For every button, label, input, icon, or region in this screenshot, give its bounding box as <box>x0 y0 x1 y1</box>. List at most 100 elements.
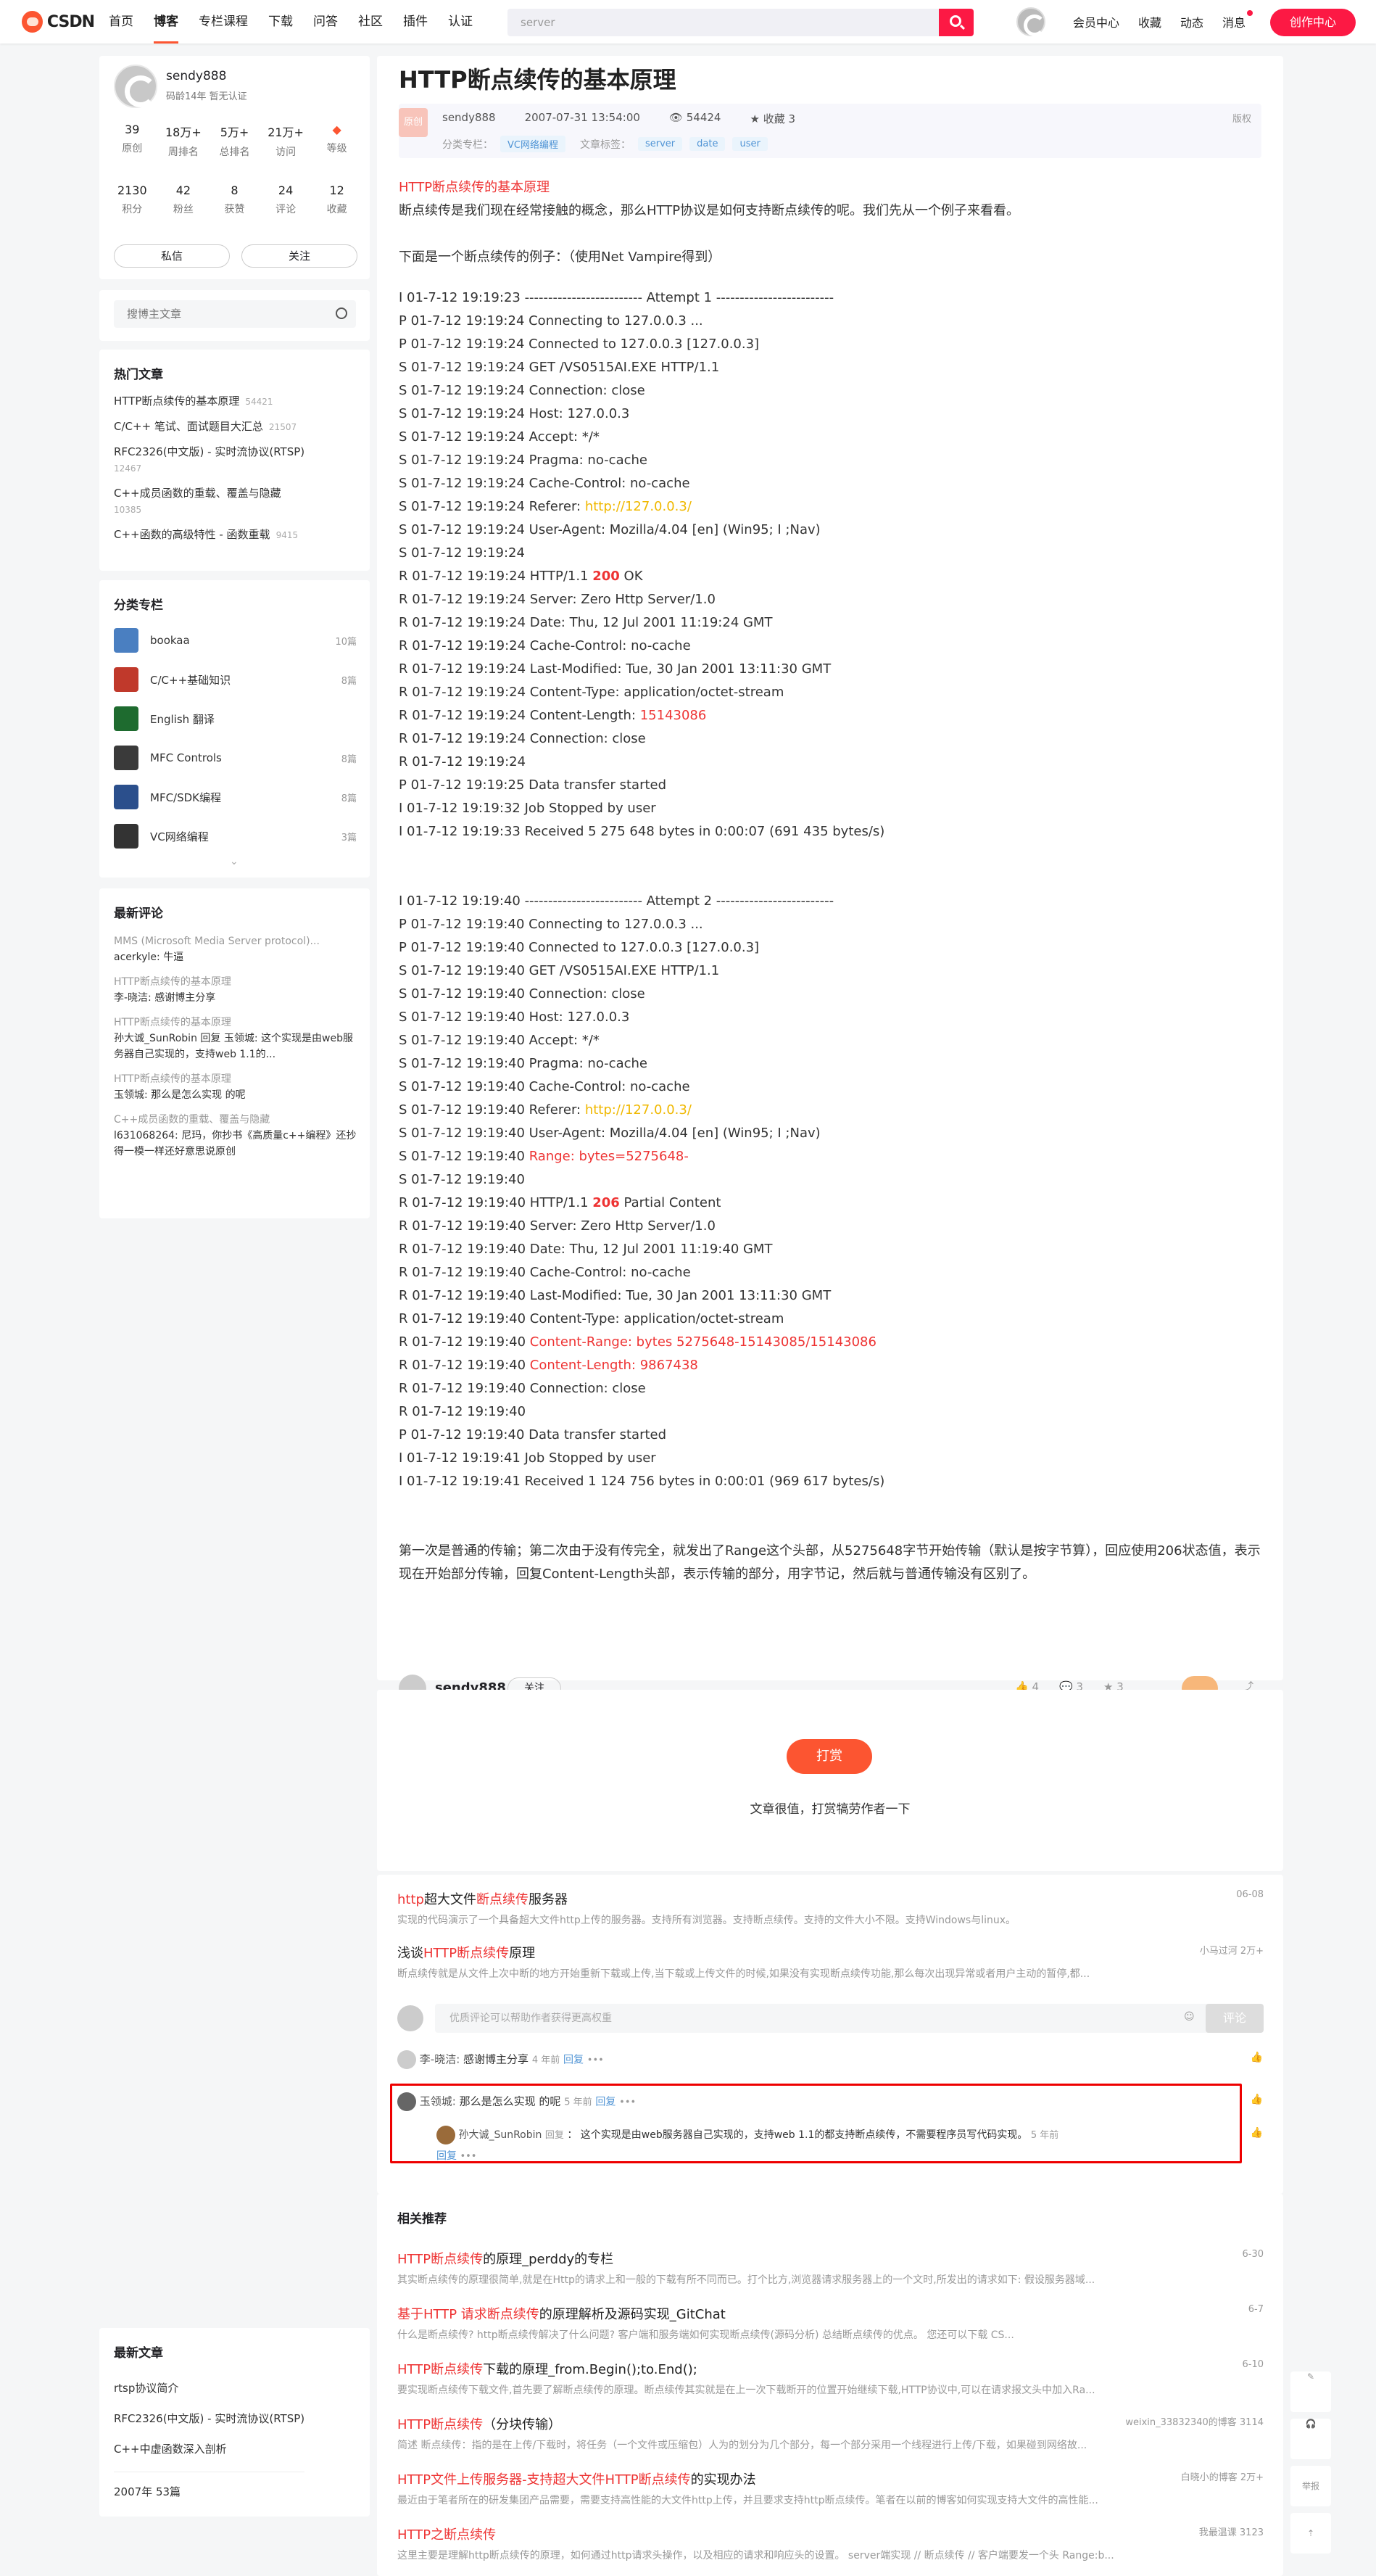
link-vip[interactable]: 会员中心 <box>1073 13 1119 30</box>
hot-item[interactable]: RFC2326(中文版) - 实时流协议(RTSP) 12467 <box>114 444 360 476</box>
comment-article[interactable]: C++成员函数的重载、覆盖与隐藏 <box>114 1112 357 1128</box>
comment-text[interactable]: 玉领城: 那么是怎么实现 的呢 <box>114 1087 357 1103</box>
nav-plugins[interactable]: 插件 <box>403 0 428 44</box>
follow-button[interactable]: 关注 <box>241 244 357 268</box>
recommend-item[interactable]: HTTP之断点续传 这里主要是理解http断点续传的原理，如何通过http请求头操… <box>397 2525 1264 2562</box>
like-icon[interactable]: 👍 <box>1251 2094 1263 2105</box>
column-icon <box>114 824 138 849</box>
report-button[interactable]: 举报 <box>1290 2466 1331 2506</box>
meta-fav[interactable]: ★ 收藏 3 <box>750 111 795 126</box>
log-line: R 01-7-12 19:19:40 HTTP/1.1 206 Partial … <box>399 1195 721 1210</box>
edit-icon[interactable]: ✎ <box>1290 2371 1331 2412</box>
headset-icon[interactable]: 🎧 <box>1290 2419 1331 2459</box>
comment-article[interactable]: HTTP断点续传的基本原理 <box>114 1071 357 1087</box>
column-count: 8篇 <box>341 793 357 804</box>
author-avatar[interactable] <box>114 65 157 108</box>
comment-text[interactable]: 李-晓洁: 感谢博主分享 <box>114 990 357 1006</box>
meta-author[interactable]: sendy888 <box>442 111 496 126</box>
user-avatar[interactable] <box>1016 7 1045 36</box>
archive-year[interactable]: 2007年 53篇 <box>114 2472 305 2507</box>
new-article-item[interactable]: RFC2326(中文版) - 实时流协议(RTSP) <box>114 2403 304 2434</box>
stat-week-rank[interactable]: 18万+ 周排名 <box>158 123 210 159</box>
nav-community[interactable]: 社区 <box>358 0 383 44</box>
new-article-item[interactable]: C++中虚函数深入剖析 <box>114 2434 304 2464</box>
nav-blog[interactable]: 博客 <box>154 0 178 44</box>
recommend-item[interactable]: HTTP断点续传下载的原理_from.Begin();to.End(); 要实现断… <box>397 2359 1264 2397</box>
tag-server[interactable]: server <box>637 137 683 151</box>
column-item[interactable]: MFC Controls 8篇 <box>114 738 357 777</box>
column-item[interactable]: bookaa 10篇 <box>114 621 357 660</box>
comment-input[interactable]: 优质评论可以帮助作者获得更高权重 <box>435 2004 1211 2033</box>
stat-fans[interactable]: 42 粉丝 <box>158 183 210 216</box>
category-tag[interactable]: VC网络编程 <box>500 136 565 152</box>
like-icon[interactable]: 👍 <box>1251 2052 1263 2063</box>
hot-item[interactable]: C++函数的高级特性 - 函数重载 9415 <box>114 527 360 543</box>
log-line: P 01-7-12 19:19:24 Connected to 127.0.0.… <box>399 337 760 352</box>
stat-level[interactable]: ◆ 等级 <box>311 123 362 159</box>
comment-text[interactable]: acerkyle: 牛逼 <box>114 949 357 965</box>
recommend-item[interactable]: HTTP断点续传的原理_perddy的专栏 其实断点续传的原理很简单,就是在Htt… <box>397 2249 1264 2287</box>
related-item[interactable]: http超大文件断点续传服务器 实现的代码演示了一个具备超大文件http上传的服… <box>397 1889 1264 1927</box>
column-name: English 翻译 <box>150 712 215 726</box>
comment-article[interactable]: MMS (Microsoft Media Server protocol)... <box>114 933 357 949</box>
new-article-item[interactable]: rtsp协议简介 <box>114 2373 304 2403</box>
link-messages[interactable]: 消息 <box>1222 10 1253 30</box>
nav-home[interactable]: 首页 <box>109 0 133 44</box>
recommend-item[interactable]: 基于HTTP 请求断点续传的原理解析及源码实现_GitChat 什么是断点续传? … <box>397 2304 1264 2342</box>
comment-article[interactable]: HTTP断点续传的基本原理 <box>114 974 357 990</box>
column-item[interactable]: C/C++基础知识 8篇 <box>114 660 357 699</box>
tag-user[interactable]: user <box>732 137 768 151</box>
nav-cert[interactable]: 认证 <box>448 0 473 44</box>
blog-search-input[interactable]: 搜博主文章 <box>114 300 356 328</box>
eye-icon: 👁 <box>668 111 683 124</box>
comment-article[interactable]: HTTP断点续传的基本原理 <box>114 1015 357 1031</box>
csdn-logo[interactable]: CSDN <box>22 10 95 33</box>
hot-articles: 热门文章 HTTP断点续传的基本原理 54421 C/C++ 笔试、面试题目大汇总… <box>99 350 370 571</box>
level-icon: ◆ <box>332 123 341 136</box>
log-line: R 01-7-12 19:19:24 <box>399 754 526 769</box>
column-item[interactable]: VC网络编程 3篇 <box>114 817 357 856</box>
log-line: S 01-7-12 19:19:24 Cache-Control: no-cac… <box>399 476 690 491</box>
copyright-link[interactable]: 版权 <box>1232 111 1251 125</box>
stat-original[interactable]: 39 原创 <box>107 123 158 159</box>
reply-link[interactable]: 回复 <box>436 2150 457 2162</box>
comment-text[interactable]: 孙大诚_SunRobin 回复 玉领城: 这个实现是由web服务器自己实现的，支… <box>114 1031 357 1062</box>
hot-item[interactable]: C/C++ 笔试、面试题目大汇总 21507 <box>114 418 360 435</box>
create-center-button[interactable]: 创作中心 <box>1270 9 1356 36</box>
like-icon[interactable]: 👍 <box>1251 2127 1263 2139</box>
related-item[interactable]: 浅谈HTTP断点续传原理 断点续传就是从文件上次中断的地方开始重新下载或上传,当… <box>397 1943 1264 1981</box>
log-line: S 01-7-12 19:19:40 Connection: close <box>399 986 645 1002</box>
comment-text[interactable]: l631068264: 尼玛，你抄书《高质量c++编程》还抄得一模一样还好意思说… <box>114 1128 357 1160</box>
commenter-avatar <box>436 2126 455 2144</box>
hot-item[interactable]: HTTP断点续传的基本原理 54421 <box>114 393 360 410</box>
link-activity[interactable]: 动态 <box>1180 13 1203 30</box>
nav-courses[interactable]: 专栏课程 <box>199 0 248 44</box>
column-item[interactable]: MFC/SDK编程 8篇 <box>114 777 357 817</box>
comment-submit-button[interactable]: 评论 <box>1206 2004 1264 2033</box>
chevron-down-icon[interactable]: ⌄ <box>230 856 239 867</box>
reply-link[interactable]: 回复 <box>563 2055 584 2066</box>
emoji-icon[interactable]: ☺ <box>1184 2011 1195 2023</box>
recommend-item[interactable]: HTTP文件上传服务器-支持超大文件HTTP断点续传的实现办法 最近由于笔者所在的… <box>397 2469 1264 2507</box>
search-icon[interactable] <box>336 307 347 319</box>
recommend-item[interactable]: HTTP断点续传（分块传输） 简述 断点续传：指的是在上传/下载时，将任务（一个文… <box>397 2414 1264 2452</box>
column-count: 10篇 <box>335 636 357 648</box>
stats-row-1: 39 原创 18万+ 周排名 5万+ 总排名 21万+ 访问 ◆ 等级 <box>107 123 362 159</box>
message-button[interactable]: 私信 <box>114 244 230 268</box>
tag-date[interactable]: date <box>689 137 726 151</box>
tip-card: 打赏 文章很值，打赏犒劳作者一下 <box>377 1690 1283 1871</box>
nav-download[interactable]: 下载 <box>268 0 293 44</box>
search-button[interactable] <box>939 9 974 36</box>
tip-button[interactable]: 打赏 <box>787 1739 872 1774</box>
search-input[interactable]: server <box>507 9 939 36</box>
back-to-top-icon[interactable]: ⇡ <box>1290 2513 1331 2554</box>
reply-link[interactable]: 回复 <box>595 2097 616 2108</box>
comment-reply: 孙大诚_SunRobin 回复 ： 这个实现是由web服务器自己实现的，支持we… <box>436 2125 1183 2167</box>
hot-item[interactable]: C++成员函数的重载、覆盖与隐藏 10385 <box>114 485 360 518</box>
author-name[interactable]: sendy888 <box>166 69 226 83</box>
link-favorites[interactable]: 收藏 <box>1138 13 1161 30</box>
log-line: S 01-7-12 19:19:24 GET /VS0515AI.EXE HTT… <box>399 360 720 375</box>
nav-qa[interactable]: 问答 <box>313 0 338 44</box>
stat-total-rank[interactable]: 5万+ 总排名 <box>209 123 260 159</box>
column-item[interactable]: English 翻译 <box>114 699 357 738</box>
